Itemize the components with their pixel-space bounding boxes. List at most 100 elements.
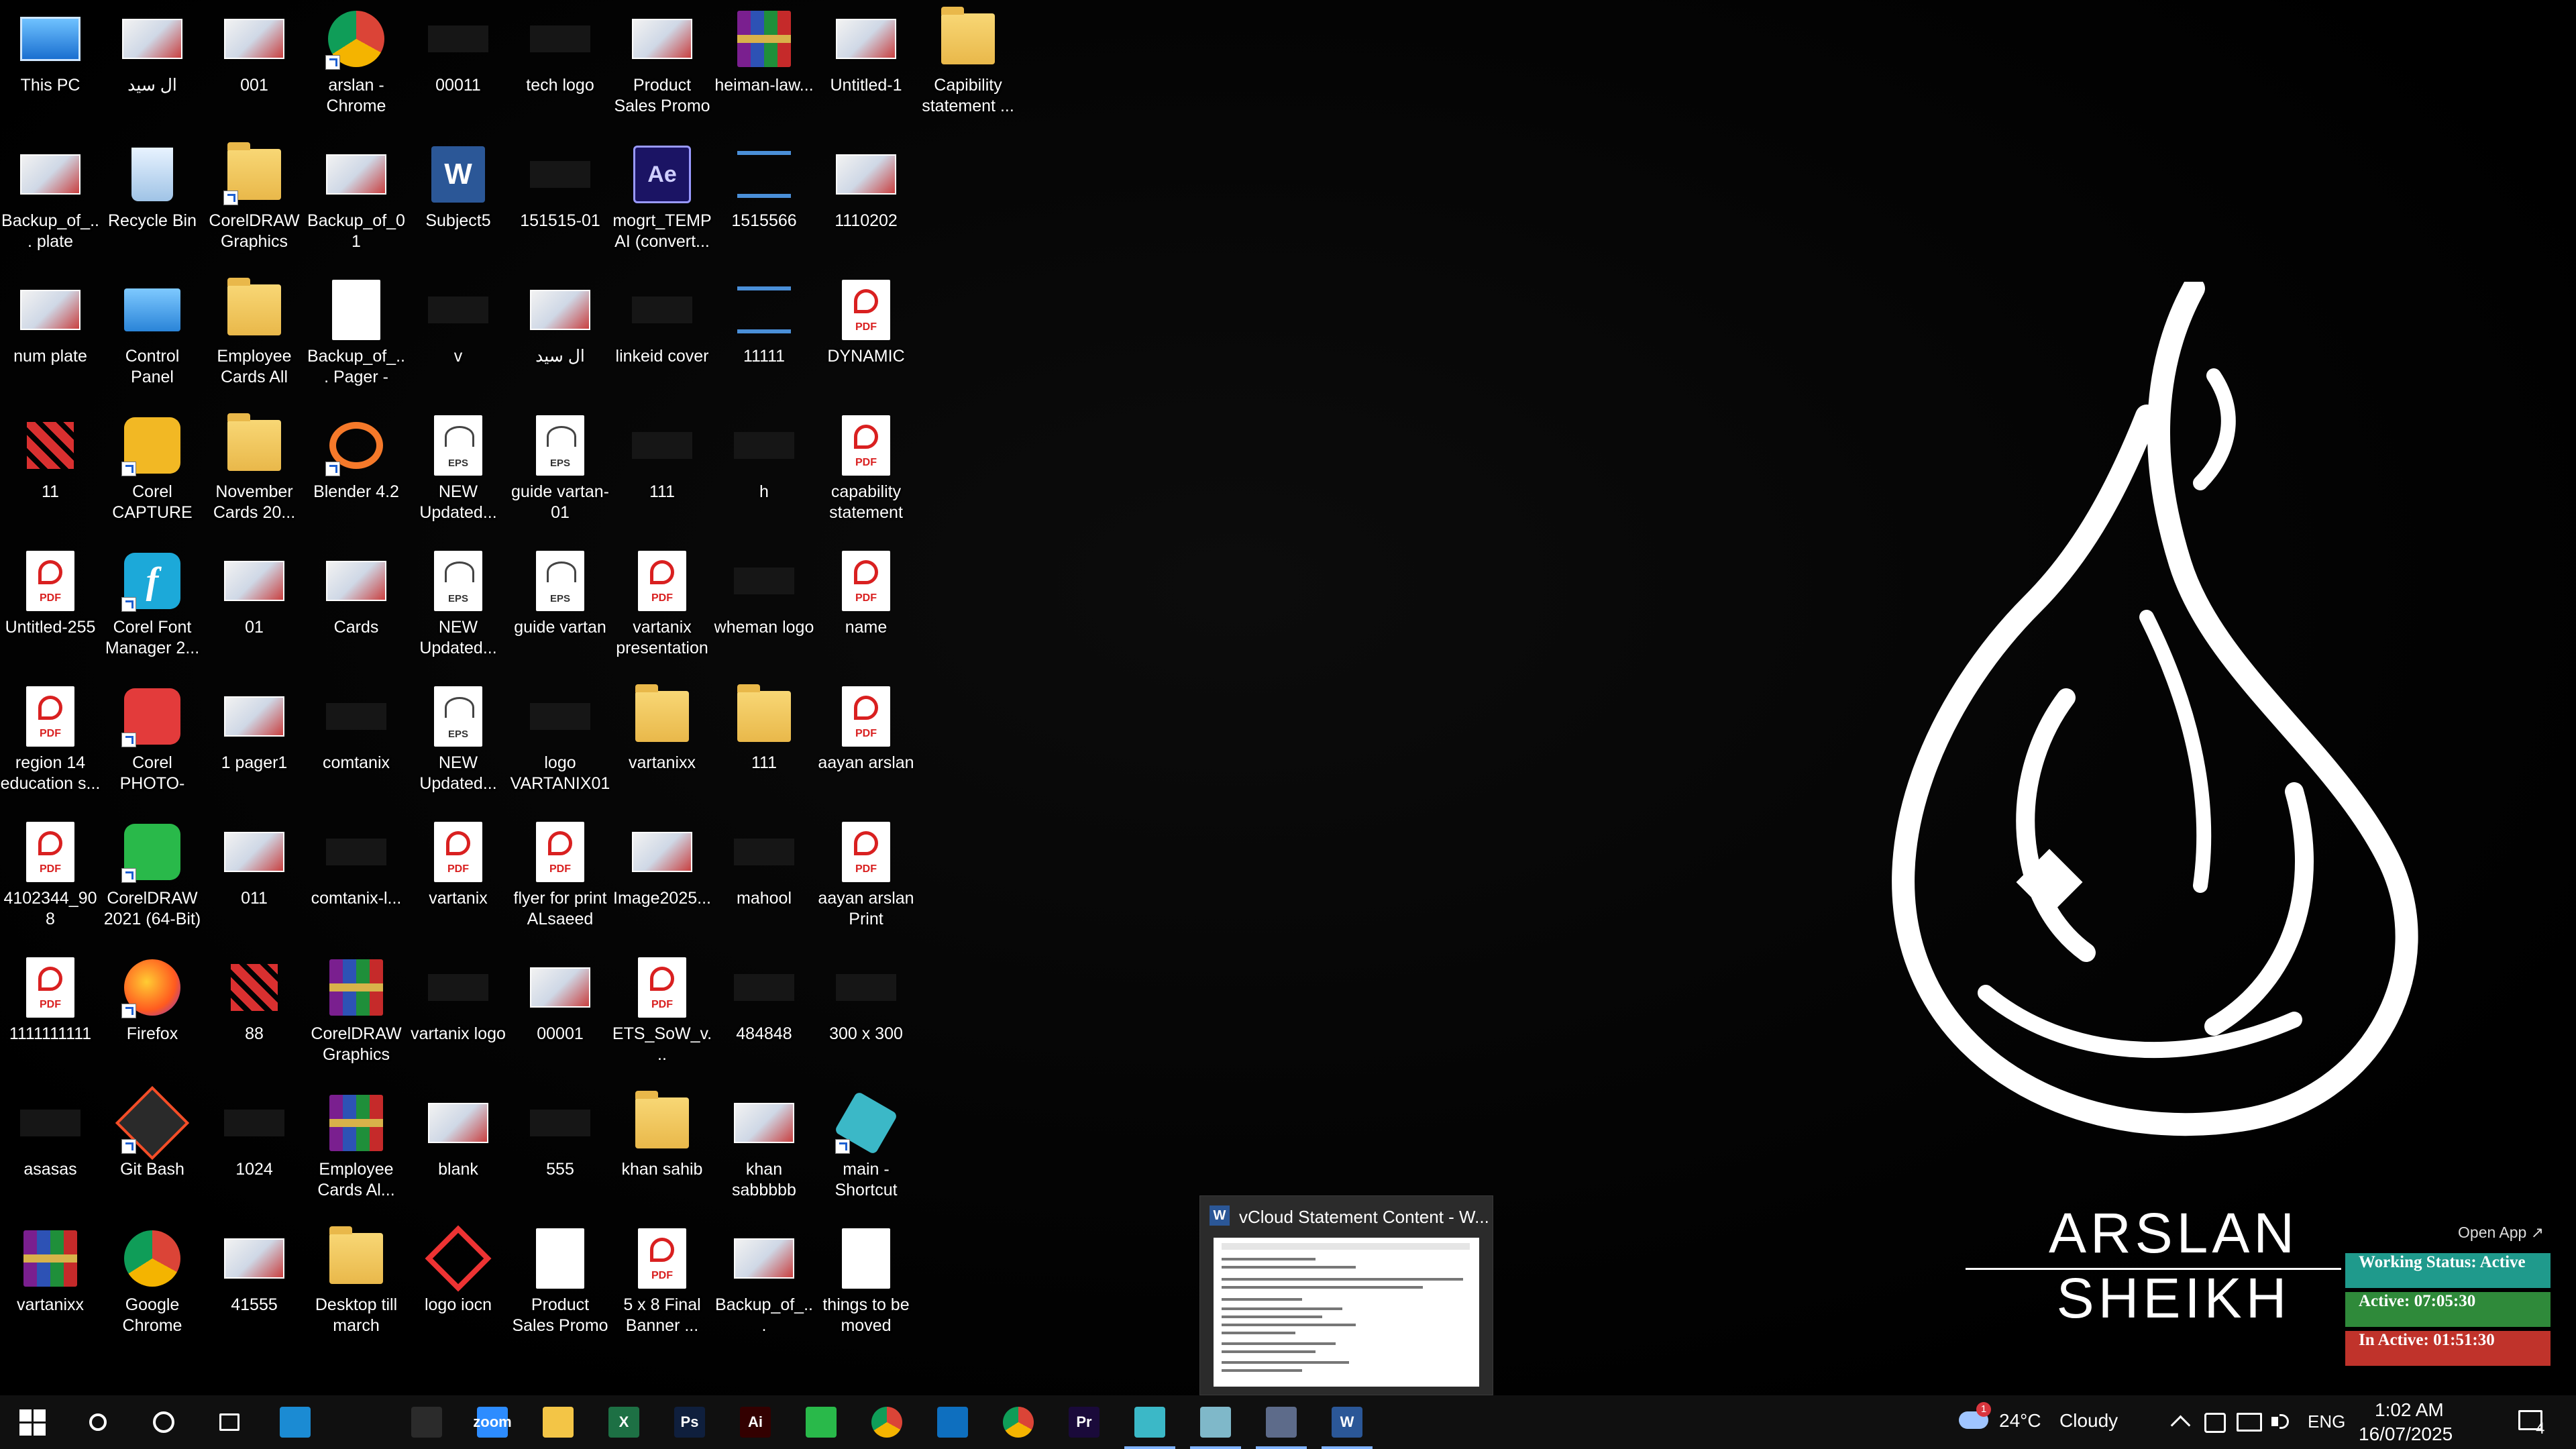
desktop-icon[interactable]: 5 x 8 Final Banner ... bbox=[612, 1220, 712, 1354]
desktop-icon[interactable]: f Corel Font Manager 2... bbox=[102, 542, 203, 676]
clock-time[interactable]: 1:02 AM bbox=[2375, 1399, 2444, 1421]
desktop-icon[interactable]: linkeid cover bbox=[612, 271, 712, 405]
start-button[interactable] bbox=[0, 1395, 64, 1449]
desktop-icon[interactable]: name bbox=[816, 542, 916, 676]
desktop-icon[interactable]: Recycle Bin bbox=[102, 136, 203, 270]
desktop-icon[interactable]: vartanixx bbox=[0, 1220, 101, 1354]
desktop-icon[interactable]: Google Chrome bbox=[102, 1220, 203, 1354]
preview-document-thumbnail[interactable] bbox=[1214, 1238, 1479, 1387]
desktop-icon[interactable]: 111 bbox=[714, 678, 814, 812]
notification-center-button[interactable]: 4 bbox=[2516, 1405, 2553, 1440]
taskbar-word[interactable]: W bbox=[1315, 1395, 1379, 1449]
desktop-icon[interactable]: November Cards 20... bbox=[204, 407, 305, 541]
desktop-icon[interactable]: arslan - Chrome bbox=[306, 0, 407, 134]
desktop-icon[interactable]: 88 bbox=[204, 949, 305, 1083]
desktop-icon[interactable]: comtanix bbox=[306, 678, 407, 812]
desktop-icon[interactable]: tech logo bbox=[510, 0, 610, 134]
taskbar-pen[interactable] bbox=[329, 1395, 393, 1449]
desktop-icon[interactable]: region 14 education s... bbox=[0, 678, 101, 812]
desktop-icon[interactable]: NEW Updated... bbox=[408, 678, 508, 812]
taskbar-thumbnail-preview[interactable]: W vCloud Statement Content - W... bbox=[1199, 1195, 1493, 1395]
desktop-icon[interactable]: vartanix presentation bbox=[612, 542, 712, 676]
desktop-icon[interactable]: 1111111111 bbox=[0, 949, 101, 1083]
desktop-icon[interactable]: logo iocn bbox=[408, 1220, 508, 1354]
desktop-icon[interactable]: Corel PHOTO-PAI... bbox=[102, 678, 203, 812]
desktop-icon[interactable]: wheman logo bbox=[714, 542, 814, 676]
desktop-icon[interactable]: guide vartan bbox=[510, 542, 610, 676]
chevron-up-icon[interactable] bbox=[2170, 1415, 2191, 1436]
task-view-button[interactable] bbox=[197, 1395, 262, 1449]
desktop-icon[interactable]: 300 x 300 bbox=[816, 949, 916, 1083]
desktop-icon[interactable]: Blender 4.2 bbox=[306, 407, 407, 541]
desktop-icon[interactable]: vartanixx bbox=[612, 678, 712, 812]
desktop-icon[interactable]: Product Sales Promo Pack... bbox=[510, 1220, 610, 1354]
desktop-icon[interactable]: blank bbox=[408, 1084, 508, 1218]
desktop-icon[interactable]: Employee Cards Al... bbox=[306, 1084, 407, 1218]
taskbar-calculator[interactable] bbox=[1249, 1395, 1313, 1449]
desktop-icon[interactable]: Image2025... bbox=[612, 813, 712, 947]
taskbar-edge[interactable] bbox=[263, 1395, 327, 1449]
desktop-icon[interactable]: Untitled-255 bbox=[0, 542, 101, 676]
desktop-icon[interactable]: W Subject5 bbox=[408, 136, 508, 270]
language-indicator[interactable]: ENG bbox=[2308, 1411, 2345, 1432]
search-button[interactable] bbox=[66, 1395, 130, 1449]
desktop-icon[interactable]: 001 bbox=[204, 0, 305, 134]
taskbar-vscode[interactable] bbox=[920, 1395, 985, 1449]
desktop-icon[interactable]: NEW Updated... bbox=[408, 407, 508, 541]
desktop-icon[interactable]: 41555 bbox=[204, 1220, 305, 1354]
desktop-icon[interactable]: 1024 bbox=[204, 1084, 305, 1218]
desktop-icon[interactable]: 484848 bbox=[714, 949, 814, 1083]
taskbar-chrome[interactable] bbox=[855, 1395, 919, 1449]
desktop-icon[interactable]: heiman-law... bbox=[714, 0, 814, 134]
desktop-icon[interactable]: Firefox bbox=[102, 949, 203, 1083]
desktop-icon[interactable]: 111 bbox=[612, 407, 712, 541]
desktop-icon[interactable]: vartanix logo bbox=[408, 949, 508, 1083]
desktop-icon[interactable]: 01 bbox=[204, 542, 305, 676]
desktop-icon[interactable]: logo VARTANIX01 bbox=[510, 678, 610, 812]
desktop-icon[interactable]: ال سيد bbox=[102, 0, 203, 134]
desktop-icon[interactable]: capability statement bbox=[816, 407, 916, 541]
desktop-icon[interactable]: aayan arslan bbox=[816, 678, 916, 812]
desktop-icon[interactable]: vartanix bbox=[408, 813, 508, 947]
taskbar-app[interactable] bbox=[1183, 1395, 1248, 1449]
desktop-icon[interactable]: CorelDRAW Graphics Su... bbox=[204, 136, 305, 270]
desktop-icon[interactable]: Untitled-1 bbox=[816, 0, 916, 134]
desktop-icon[interactable]: v bbox=[408, 271, 508, 405]
taskbar-main-app[interactable] bbox=[1118, 1395, 1182, 1449]
desktop-icon[interactable]: 151515-01 bbox=[510, 136, 610, 270]
desktop-icon[interactable]: Backup_of_... Pager - NY... bbox=[306, 271, 407, 405]
meet-now-icon[interactable] bbox=[2204, 1413, 2226, 1433]
desktop-icon[interactable]: khan sahib bbox=[612, 1084, 712, 1218]
desktop-icon[interactable]: Corel CAPTURE 2... bbox=[102, 407, 203, 541]
desktop-icon[interactable]: Backup_of_01 bbox=[306, 136, 407, 270]
cortana-button[interactable] bbox=[131, 1395, 196, 1449]
desktop-icon[interactable]: mahool bbox=[714, 813, 814, 947]
desktop-icon[interactable]: CorelDRAW Graphics Su... bbox=[306, 949, 407, 1083]
desktop-icon[interactable]: 4102344_908 bbox=[0, 813, 101, 947]
clock-date[interactable]: 16/07/2025 bbox=[2359, 1424, 2453, 1445]
desktop-icon[interactable]: khan sabbbbb bbox=[714, 1084, 814, 1218]
desktop-icon[interactable]: ETS_SoW_v... bbox=[612, 949, 712, 1083]
taskbar-explorer[interactable] bbox=[526, 1395, 590, 1449]
desktop-icon[interactable]: things to be moved bbox=[816, 1220, 916, 1354]
taskbar-photoshop[interactable]: Ps bbox=[657, 1395, 722, 1449]
taskbar-zoom[interactable]: zoom bbox=[460, 1395, 525, 1449]
desktop-icon[interactable]: 00001 bbox=[510, 949, 610, 1083]
desktop-icon[interactable]: This PC bbox=[0, 0, 101, 134]
desktop-icon[interactable]: flyer for print ALsaeed po... bbox=[510, 813, 610, 947]
desktop-icon[interactable]: NEW Updated... bbox=[408, 542, 508, 676]
taskbar-coreldraw[interactable] bbox=[789, 1395, 853, 1449]
desktop-icon[interactable]: 1515566 bbox=[714, 136, 814, 270]
desktop-icon[interactable]: guide vartan-01 bbox=[510, 407, 610, 541]
desktop-icon[interactable]: Backup_of_... plate bbox=[0, 136, 101, 270]
desktop-icon[interactable]: 1 pager1 bbox=[204, 678, 305, 812]
weather-widget[interactable]: 1 24°C Cloudy bbox=[1959, 1395, 2160, 1449]
desktop-icon[interactable]: Git Bash bbox=[102, 1084, 203, 1218]
open-app-link[interactable]: Open App ↗ bbox=[2345, 1220, 2551, 1249]
desktop-icon[interactable]: comtanix-l... bbox=[306, 813, 407, 947]
desktop-icon[interactable]: main - Shortcut bbox=[816, 1084, 916, 1218]
desktop-icon[interactable]: 011 bbox=[204, 813, 305, 947]
desktop-icon[interactable]: Desktop till march bbox=[306, 1220, 407, 1354]
taskbar-terminal[interactable] bbox=[394, 1395, 459, 1449]
desktop-icon[interactable]: 1110202 bbox=[816, 136, 916, 270]
